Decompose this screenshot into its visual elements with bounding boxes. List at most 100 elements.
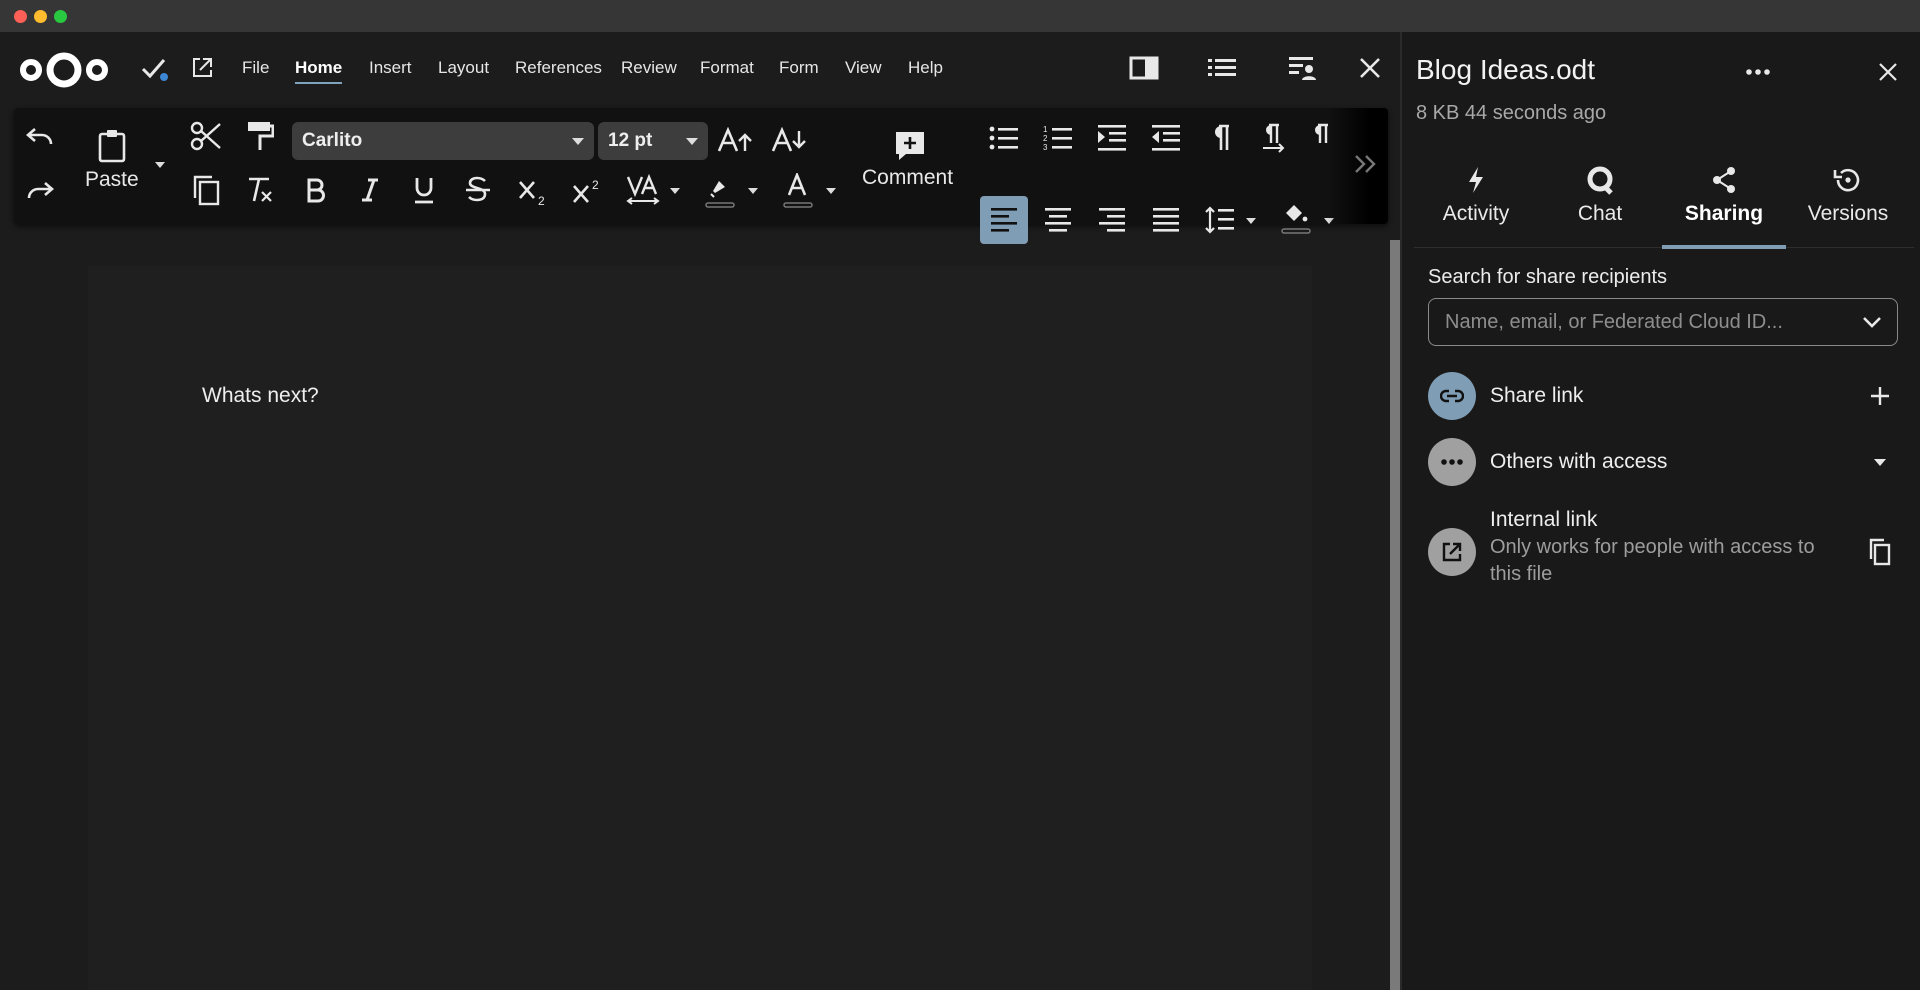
grow-font-icon[interactable] bbox=[714, 122, 756, 160]
formatting-marks-icon[interactable] bbox=[1200, 118, 1240, 158]
comment-icon[interactable] bbox=[890, 128, 930, 164]
font-color-icon[interactable] bbox=[778, 170, 818, 212]
document-scrollbar[interactable] bbox=[1390, 240, 1400, 990]
font-size-caret bbox=[686, 138, 698, 145]
dots-horizontal-icon bbox=[1428, 438, 1476, 486]
menu-insert[interactable]: Insert bbox=[369, 58, 412, 78]
decrease-indent-icon[interactable] bbox=[1146, 118, 1186, 158]
cut-icon[interactable] bbox=[186, 116, 226, 156]
share-search-label: Search for share recipients bbox=[1428, 266, 1668, 288]
font-color-caret[interactable] bbox=[826, 188, 836, 194]
toolbar-more-icon[interactable] bbox=[1348, 144, 1384, 184]
file-name: Blog Ideas.odt bbox=[1416, 54, 1596, 85]
window-titlebar bbox=[0, 0, 1920, 32]
bullet-list-icon[interactable] bbox=[984, 118, 1024, 158]
menu-view[interactable]: View bbox=[845, 58, 882, 78]
highlight-icon[interactable] bbox=[700, 170, 740, 212]
add-share-link-icon[interactable] bbox=[1862, 378, 1898, 414]
align-center-icon[interactable] bbox=[1038, 200, 1078, 240]
font-size-select[interactable]: 12 pt bbox=[598, 122, 708, 160]
document-settings-icon[interactable] bbox=[1286, 52, 1318, 84]
clear-formatting-icon[interactable] bbox=[240, 170, 280, 210]
menu-home[interactable]: Home bbox=[295, 58, 343, 84]
close-sidebar-icon[interactable] bbox=[1868, 52, 1908, 92]
menu-file[interactable]: File bbox=[242, 58, 269, 78]
increase-indent-icon[interactable] bbox=[1092, 118, 1132, 158]
paste-options-caret[interactable] bbox=[155, 162, 165, 168]
document-text[interactable]: Whats next? bbox=[202, 384, 319, 408]
open-in-new-icon bbox=[1428, 528, 1476, 576]
strikethrough-icon[interactable] bbox=[460, 172, 496, 208]
svg-text:3: 3 bbox=[1043, 143, 1048, 151]
menu-form[interactable]: Form bbox=[779, 58, 819, 78]
copy-internal-link-icon[interactable] bbox=[1862, 534, 1898, 570]
character-spacing-caret[interactable] bbox=[670, 188, 680, 194]
saved-status-icon[interactable] bbox=[138, 52, 170, 84]
window-close-button[interactable] bbox=[14, 10, 27, 23]
tab-sharing[interactable]: Sharing bbox=[1662, 150, 1786, 249]
internal-link-label: Internal link bbox=[1490, 508, 1598, 531]
tab-sharing-label: Sharing bbox=[1684, 202, 1764, 225]
copy-icon[interactable] bbox=[186, 170, 226, 210]
open-in-new-icon[interactable] bbox=[186, 52, 218, 84]
character-spacing-icon[interactable] bbox=[620, 170, 666, 210]
numbered-list-icon[interactable]: 123 bbox=[1038, 118, 1078, 158]
comment-button[interactable]: Comment bbox=[862, 166, 953, 190]
sidebar-toggle-icon[interactable] bbox=[1128, 52, 1160, 84]
svg-text:1: 1 bbox=[1043, 125, 1048, 134]
menu-format[interactable]: Format bbox=[700, 58, 754, 78]
redo-icon[interactable] bbox=[20, 170, 60, 210]
shrink-font-icon[interactable] bbox=[768, 122, 810, 160]
document-page[interactable] bbox=[88, 266, 1312, 990]
menu-review[interactable]: Review bbox=[621, 58, 677, 78]
italic-icon[interactable] bbox=[352, 172, 388, 208]
underline-icon[interactable] bbox=[406, 172, 442, 208]
menu-references[interactable]: References bbox=[515, 58, 602, 78]
tab-versions-label: Versions bbox=[1807, 202, 1889, 225]
line-spacing-caret[interactable] bbox=[1246, 218, 1256, 224]
formatting-toolbar: Paste Carlito 12 pt 2 2 Comment 1 2 3 bbox=[14, 108, 1388, 244]
highlight-caret[interactable] bbox=[748, 188, 758, 194]
sidebar-tabs: Activity Chat Sharing Versions bbox=[1414, 150, 1914, 249]
share-search-input[interactable] bbox=[1445, 309, 1845, 335]
tab-activity-label: Activity bbox=[1442, 202, 1510, 225]
share-icon bbox=[1711, 164, 1737, 196]
talk-icon bbox=[1585, 164, 1615, 196]
tab-chat-label: Chat bbox=[1577, 202, 1623, 225]
window-zoom-button[interactable] bbox=[54, 10, 67, 23]
flash-icon bbox=[1467, 164, 1485, 196]
window-minimize-button[interactable] bbox=[34, 10, 47, 23]
tab-versions[interactable]: Versions bbox=[1786, 150, 1910, 248]
close-editor-icon[interactable] bbox=[1354, 52, 1386, 84]
justify-icon[interactable] bbox=[1146, 200, 1186, 240]
paragraph-background-icon[interactable] bbox=[1276, 196, 1316, 240]
paragraph-ltr-icon[interactable] bbox=[1254, 118, 1294, 158]
bold-icon[interactable] bbox=[298, 172, 334, 208]
chevron-down-icon[interactable] bbox=[1861, 311, 1883, 338]
nextcloud-logo[interactable] bbox=[18, 50, 110, 90]
others-with-access-label: Others with access bbox=[1490, 450, 1668, 473]
navigator-icon[interactable] bbox=[1206, 52, 1238, 84]
superscript-icon[interactable]: 2 bbox=[568, 172, 608, 212]
paste-button[interactable]: Paste bbox=[85, 168, 139, 192]
tab-chat[interactable]: Chat bbox=[1538, 150, 1662, 248]
share-search-box[interactable] bbox=[1428, 298, 1898, 346]
more-actions-icon[interactable] bbox=[1738, 52, 1778, 92]
others-with-access-row[interactable]: Others with access bbox=[1428, 438, 1898, 490]
align-left-icon[interactable] bbox=[984, 200, 1024, 240]
internal-link-description: Only works for people with access to thi… bbox=[1490, 536, 1815, 585]
tab-activity[interactable]: Activity bbox=[1414, 150, 1538, 248]
share-link-label: Share link bbox=[1490, 384, 1584, 407]
menu-layout[interactable]: Layout bbox=[438, 58, 489, 78]
undo-icon[interactable] bbox=[20, 116, 60, 156]
subscript-icon[interactable]: 2 bbox=[514, 172, 554, 212]
align-right-icon[interactable] bbox=[1092, 200, 1132, 240]
paste-icon[interactable] bbox=[90, 126, 134, 166]
line-spacing-icon[interactable] bbox=[1200, 200, 1240, 240]
format-painter-icon[interactable] bbox=[240, 116, 280, 156]
internal-link-row: Internal link Only works for people with… bbox=[1428, 508, 1898, 600]
triangle-down-icon[interactable] bbox=[1862, 444, 1898, 480]
font-name-select[interactable]: Carlito bbox=[292, 122, 594, 160]
menu-help[interactable]: Help bbox=[908, 58, 943, 78]
file-sidebar: Blog Ideas.odt 8 KB 44 seconds ago Activ… bbox=[1400, 32, 1920, 990]
